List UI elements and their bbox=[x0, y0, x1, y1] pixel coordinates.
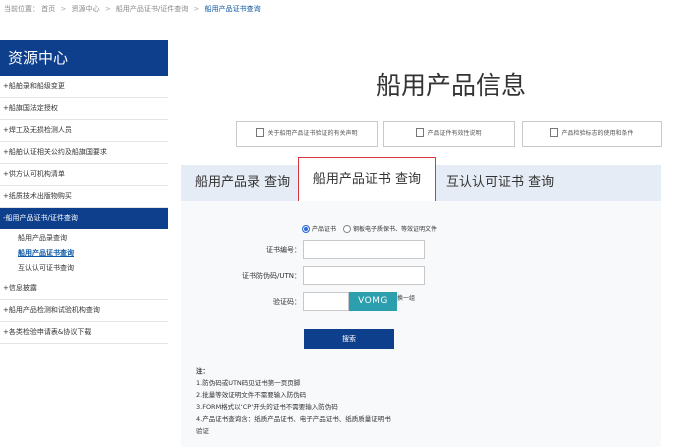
doc-link-mark-usage[interactable]: 产品检验标志的使用和条件 bbox=[522, 121, 662, 147]
note-line: 4.产品证书查询含：纸质产品证书、电子产品证书、纸质质量证明书验证 bbox=[196, 415, 391, 435]
document-icon bbox=[256, 128, 265, 137]
breadcrumb-prefix: 当前位置： bbox=[4, 5, 39, 13]
sidebar-subitem-product-list[interactable]: 船用产品录查询 bbox=[18, 231, 168, 246]
sidebar-item-test-institutions[interactable]: +船用产品检测和试验机构查询 bbox=[0, 300, 168, 322]
cert-no-label: 证书编号： bbox=[266, 246, 301, 254]
breadcrumb-current: 船用产品证书查询 bbox=[204, 5, 261, 13]
notes-heading: 注： bbox=[196, 367, 209, 375]
breadcrumb-link-resources[interactable]: 资源中心 bbox=[72, 5, 100, 13]
captcha-label: 验证码： bbox=[273, 298, 301, 306]
sidebar-subitem-product-cert[interactable]: 船用产品证书查询 bbox=[18, 246, 168, 261]
sidebar-item-suppliers[interactable]: +供方认可机构清单 bbox=[0, 164, 168, 186]
tab-product-cert-query[interactable]: 船用产品证书 查询 bbox=[298, 157, 436, 203]
breadcrumb-separator: > bbox=[60, 5, 67, 13]
document-icon bbox=[416, 128, 425, 137]
sidebar-sub-list: 船用产品录查询 船用产品证书查询 互认认可证书查询 bbox=[0, 229, 168, 278]
captcha-image[interactable]: VOMG bbox=[349, 292, 397, 311]
sidebar-item-publications[interactable]: +纸质技术出版物购买 bbox=[0, 186, 168, 208]
sidebar-item-flag-authorization[interactable]: +船旗国法定授权 bbox=[0, 98, 168, 120]
sidebar: 资源中心 +船舶录和船级变更 +船旗国法定授权 +焊工及无损检测人员 +船舶认证… bbox=[0, 40, 168, 344]
breadcrumb: 当前位置： 首页 > 资源中心 > 船用产品证书/证件查询 > 船用产品证书查询 bbox=[4, 4, 261, 14]
anti-fake-input[interactable] bbox=[303, 266, 425, 285]
sidebar-subitem-mutual-cert[interactable]: 互认认可证书查询 bbox=[18, 261, 168, 276]
breadcrumb-separator: > bbox=[104, 5, 111, 13]
page-title: 船用产品信息 bbox=[376, 71, 527, 100]
sidebar-item-ship-register[interactable]: +船舶录和船级变更 bbox=[0, 76, 168, 98]
cert-no-input[interactable] bbox=[303, 240, 425, 259]
anti-fake-label: 证书防伪码/UTN： bbox=[242, 272, 301, 280]
cert-type-radio-group: 产品证书 钢板电子质保书、等效证明文件 bbox=[302, 224, 437, 234]
query-tab-bar: 船用产品录 查询 船用产品证书 查询 互认认可证书 查询 bbox=[181, 157, 661, 203]
document-icon bbox=[550, 128, 559, 137]
note-line: 1.防伪码或UTN码见证书第一页页脚 bbox=[196, 379, 301, 387]
query-form: 产品证书 钢板电子质保书、等效证明文件 证书编号： 证书防伪码/UTN： 验证码… bbox=[181, 201, 661, 447]
captcha-input[interactable] bbox=[303, 292, 349, 311]
breadcrumb-separator: > bbox=[193, 5, 200, 13]
doc-link-statement[interactable]: 关于船用产品证书验证的有关声明 bbox=[236, 121, 378, 147]
sidebar-item-disclosure[interactable]: +信息披露 bbox=[0, 278, 168, 300]
doc-link-label: 产品证件有效性说明 bbox=[427, 130, 482, 137]
sidebar-item-conventions[interactable]: +船舶认证相关公约及船旗国要求 bbox=[0, 142, 168, 164]
doc-link-label: 产品检验标志的使用和条件 bbox=[561, 130, 634, 137]
sidebar-item-forms-download[interactable]: +各类检验申请表&协议下载 bbox=[0, 322, 168, 344]
doc-link-label: 关于船用产品证书验证的有关声明 bbox=[267, 130, 358, 137]
note-line: 3.FORM格式以‘CP’开头的证书不需要输入防伪码 bbox=[196, 403, 338, 411]
radio-product-cert[interactable] bbox=[302, 224, 310, 233]
search-button[interactable]: 搜索 bbox=[304, 329, 394, 349]
doc-link-validity[interactable]: 产品证件有效性说明 bbox=[383, 121, 515, 147]
breadcrumb-link-cert-query[interactable]: 船用产品证书/证件查询 bbox=[116, 5, 188, 13]
note-line: 2.批量等效证明文件不需要输入防伪码 bbox=[196, 391, 307, 399]
captcha-refresh-link[interactable]: 换一组 bbox=[397, 293, 415, 302]
sidebar-item-welders-ndt[interactable]: +焊工及无损检测人员 bbox=[0, 120, 168, 142]
radio-steel-warranty[interactable] bbox=[342, 224, 351, 233]
breadcrumb-link-home[interactable]: 首页 bbox=[41, 5, 55, 13]
radio-label: 钢板电子质保书、等效证明文件 bbox=[352, 226, 437, 233]
tab-product-list-query[interactable]: 船用产品录 查询 bbox=[195, 165, 290, 201]
tab-mutual-cert-query[interactable]: 互认认可证书 查询 bbox=[446, 165, 554, 201]
sidebar-item-cert-query[interactable]: -船用产品证书/证件查询 bbox=[0, 208, 168, 229]
sidebar-title: 资源中心 bbox=[0, 40, 168, 76]
radio-label: 产品证书 bbox=[312, 226, 337, 233]
notes: 注： 1.防伪码或UTN码见证书第一页页脚 2.批量等效证明文件不需要输入防伪码… bbox=[196, 365, 396, 437]
